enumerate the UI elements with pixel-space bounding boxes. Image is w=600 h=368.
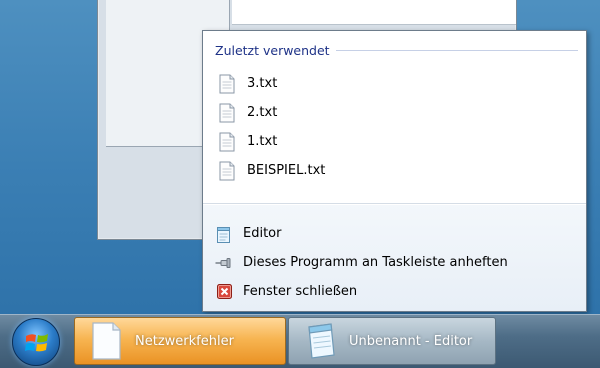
- notepad-icon: [215, 225, 233, 243]
- recent-item-label: 1.txt: [247, 134, 278, 149]
- jump-list-section-header: Zuletzt verwendet: [215, 42, 578, 58]
- recent-item-1-txt[interactable]: 1.txt: [211, 127, 571, 156]
- close-window-icon: [215, 283, 233, 301]
- task-close-window[interactable]: Fenster schließen: [213, 277, 573, 306]
- recent-item-beispiel-txt[interactable]: BEISPIEL.txt: [211, 156, 571, 185]
- recent-item-label: 3.txt: [247, 76, 278, 91]
- tasks-divider: [203, 204, 586, 205]
- notepad-icon: [308, 323, 335, 359]
- taskbar-button-label: Netzwerkfehler: [135, 333, 234, 349]
- task-open-editor[interactable]: Editor: [213, 219, 573, 248]
- taskbar: Netzwerkfehler Unbenannt - Editor: [0, 314, 600, 368]
- task-pin-to-taskbar[interactable]: Dieses Programm an Taskleiste anheften: [213, 248, 573, 277]
- windows-start-orb-icon[interactable]: [12, 318, 60, 366]
- taskbar-button-editor[interactable]: Unbenannt - Editor: [288, 317, 496, 365]
- background-window-header: [232, 0, 516, 25]
- task-label: Editor: [243, 226, 282, 241]
- task-label: Fenster schließen: [243, 284, 358, 299]
- text-file-icon: [219, 161, 235, 180]
- recent-item-2-txt[interactable]: 2.txt: [211, 98, 571, 127]
- text-file-icon: [219, 74, 235, 93]
- pin-icon: [215, 254, 233, 272]
- jump-list-tasks-area: Editor Dieses Programm an Taskleiste anh…: [203, 203, 586, 311]
- text-file-icon: [219, 132, 235, 151]
- task-label: Dieses Programm an Taskleiste anheften: [243, 255, 508, 270]
- recent-item-label: 2.txt: [247, 105, 278, 120]
- tasks-list: Editor Dieses Programm an Taskleiste anh…: [213, 219, 573, 306]
- taskbar-button-netzwerkfehler[interactable]: Netzwerkfehler: [74, 317, 286, 365]
- taskbar-button-label: Unbenannt - Editor: [349, 333, 473, 349]
- document-icon: [92, 322, 121, 360]
- text-file-icon: [219, 103, 235, 122]
- recent-item-3-txt[interactable]: 3.txt: [211, 69, 571, 98]
- section-title: Zuletzt verwendet: [215, 42, 330, 58]
- section-divider: [335, 49, 578, 51]
- recent-items-list: 3.txt 2.txt 1.txt BEISPIEL.txt: [211, 69, 571, 185]
- recent-item-label: BEISPIEL.txt: [247, 163, 326, 178]
- jump-list: Zuletzt verwendet 3.txt 2.txt 1.txt BEIS…: [202, 30, 587, 312]
